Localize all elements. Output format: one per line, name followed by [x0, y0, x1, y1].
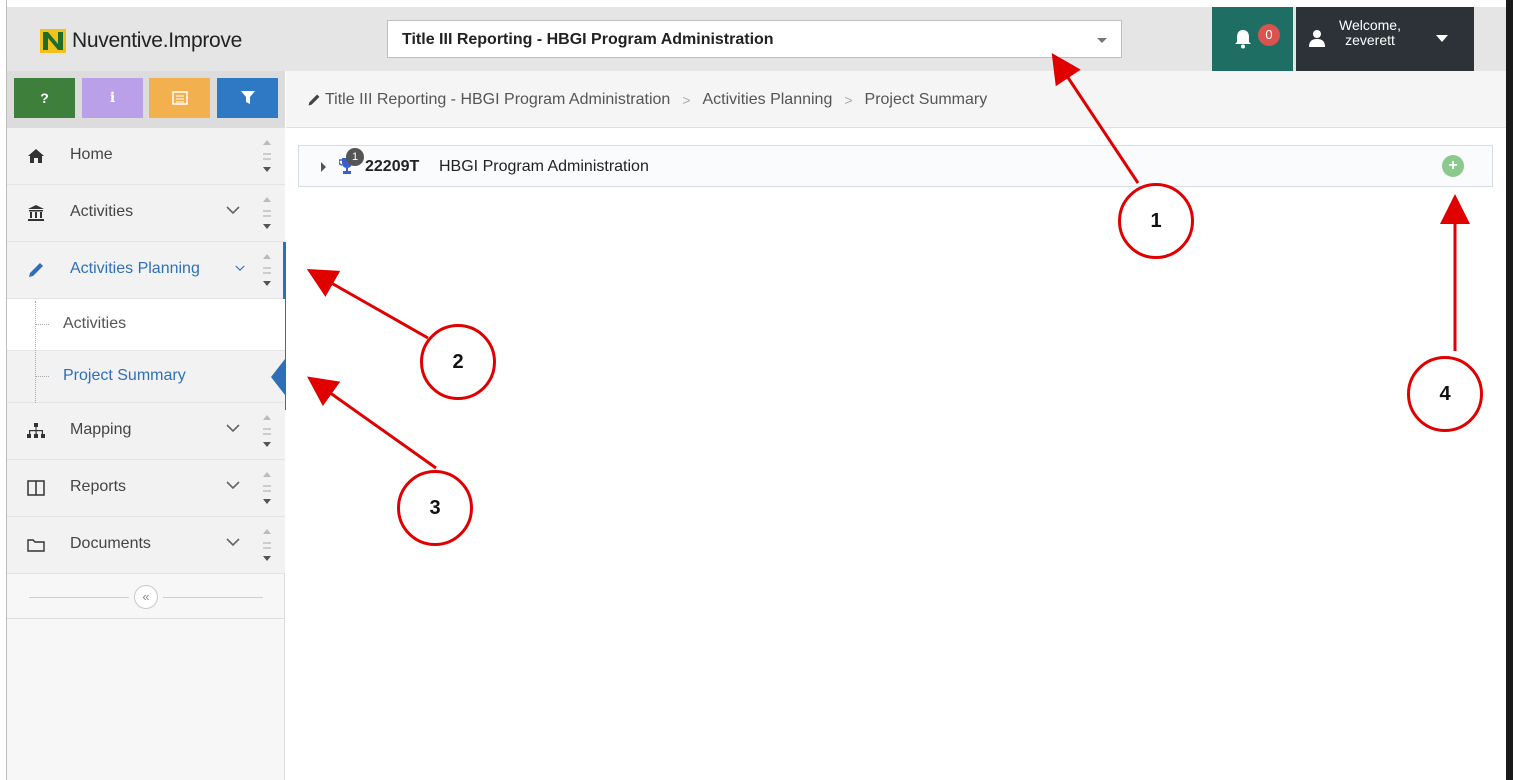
sidebar-item-label: Activities Planning: [70, 260, 200, 277]
sidebar-subitem-label: Activities: [63, 315, 127, 332]
sidebar-item-label: Activities: [70, 203, 134, 220]
divider: [29, 597, 129, 598]
caret-down-icon: [1097, 38, 1107, 43]
program-select-value: Title III Reporting - HBGI Program Admin…: [402, 31, 774, 48]
filter-icon: [240, 91, 255, 104]
scroll-arrows-icon[interactable]: [262, 527, 272, 563]
sidebar-subitem-project-summary[interactable]: Project Summary: [7, 351, 285, 403]
project-name: HBGI Program Administration: [439, 158, 649, 175]
annotation-callout-2: 2: [420, 324, 496, 400]
pencil-icon: [308, 94, 320, 106]
chevron-down-icon: [226, 424, 240, 433]
sidebar-collapse-row: «: [7, 579, 285, 619]
project-row[interactable]: 1 22209T HBGI Program Administration +: [298, 145, 1493, 187]
sidebar-item-mapping[interactable]: Mapping: [7, 403, 285, 460]
sidebar-item-activities[interactable]: Activities: [7, 185, 285, 242]
filter-button[interactable]: [217, 78, 278, 118]
breadcrumb-item-section[interactable]: Activities Planning: [703, 91, 833, 109]
bell-icon: [1235, 30, 1251, 49]
nuventive-logo-icon: [40, 29, 66, 53]
breadcrumb-separator-icon: >: [682, 92, 691, 108]
sidebar-item-label: Documents: [70, 535, 151, 552]
user-menu[interactable]: Welcome, zeverett: [1296, 7, 1474, 71]
sidebar-item-documents[interactable]: Documents: [7, 517, 285, 574]
app-window: Nuventive .Improve Title III Reporting - …: [7, 7, 1506, 780]
user-icon: [1309, 30, 1325, 47]
scroll-arrows-icon[interactable]: [262, 138, 272, 174]
program-select[interactable]: Title III Reporting - HBGI Program Admin…: [387, 20, 1122, 58]
sitemap-icon: [27, 423, 45, 438]
logo-brand-text: Nuventive: [72, 29, 163, 52]
scroll-arrows-icon[interactable]: [262, 195, 272, 231]
home-icon: [28, 149, 44, 163]
chevron-down-icon: [226, 206, 240, 215]
app-logo[interactable]: Nuventive .Improve: [40, 27, 242, 55]
notifications-button[interactable]: 0: [1212, 7, 1293, 71]
notes-button[interactable]: [149, 78, 210, 118]
breadcrumb-item-program[interactable]: Title III Reporting - HBGI Program Admin…: [325, 91, 670, 109]
sidebar-item-activities-planning[interactable]: Activities Planning: [7, 242, 285, 299]
info-button[interactable]: i: [82, 78, 143, 118]
annotation-callout-1: 1: [1118, 183, 1194, 259]
collapse-sidebar-button[interactable]: «: [134, 585, 158, 609]
sidebar-item-reports[interactable]: Reports: [7, 460, 285, 517]
list-icon: [171, 91, 188, 105]
tree-connector: [35, 324, 49, 325]
caret-down-icon: [1436, 35, 1448, 42]
chevron-down-icon: [226, 538, 240, 547]
breadcrumb-item-page: Project Summary: [864, 91, 988, 108]
annotation-callout-3: 3: [397, 470, 473, 546]
chevron-down-icon: [226, 481, 240, 490]
sidebar: ? i Home Activities Activities Planning: [7, 71, 286, 780]
sidebar-subitem-activities[interactable]: Activities: [7, 299, 285, 351]
breadcrumb-separator-icon: >: [844, 92, 853, 108]
project-id: 22209T: [365, 158, 420, 175]
institution-icon: [28, 205, 44, 221]
annotation-callout-4: 4: [1407, 356, 1483, 432]
sidebar-item-home[interactable]: Home: [7, 128, 285, 185]
sidebar-item-label: Home: [70, 146, 113, 163]
sidebar-subitem-label: Project Summary: [63, 367, 186, 384]
tree-connector: [35, 376, 49, 377]
scroll-arrows-icon[interactable]: [262, 470, 272, 506]
top-header: Nuventive .Improve Title III Reporting - …: [7, 7, 1506, 71]
expand-triangle-icon[interactable]: [321, 162, 326, 172]
folder-icon: [27, 539, 45, 552]
sidebar-toolbar: ? i: [7, 71, 285, 128]
add-button[interactable]: +: [1442, 155, 1464, 177]
divider: [163, 597, 263, 598]
help-button[interactable]: ?: [14, 78, 75, 118]
breadcrumb: Title III Reporting - HBGI Program Admin…: [286, 71, 1506, 128]
notification-count-badge: 0: [1258, 24, 1280, 46]
selected-pointer-icon: [271, 359, 285, 395]
sidebar-item-label: Reports: [70, 478, 127, 495]
scroll-arrows-icon[interactable]: [262, 252, 272, 288]
welcome-text: Welcome, zeverett: [1339, 17, 1401, 48]
scroll-arrows-icon[interactable]: [262, 413, 272, 449]
tree-connector: [35, 301, 36, 403]
columns-icon: [27, 480, 45, 496]
pencil-icon: [29, 263, 43, 277]
goal-count-badge: 1: [346, 148, 364, 166]
logo-product-text: .Improve: [162, 29, 243, 52]
chevron-down-icon: [235, 265, 245, 271]
sidebar-item-label: Mapping: [70, 421, 132, 438]
